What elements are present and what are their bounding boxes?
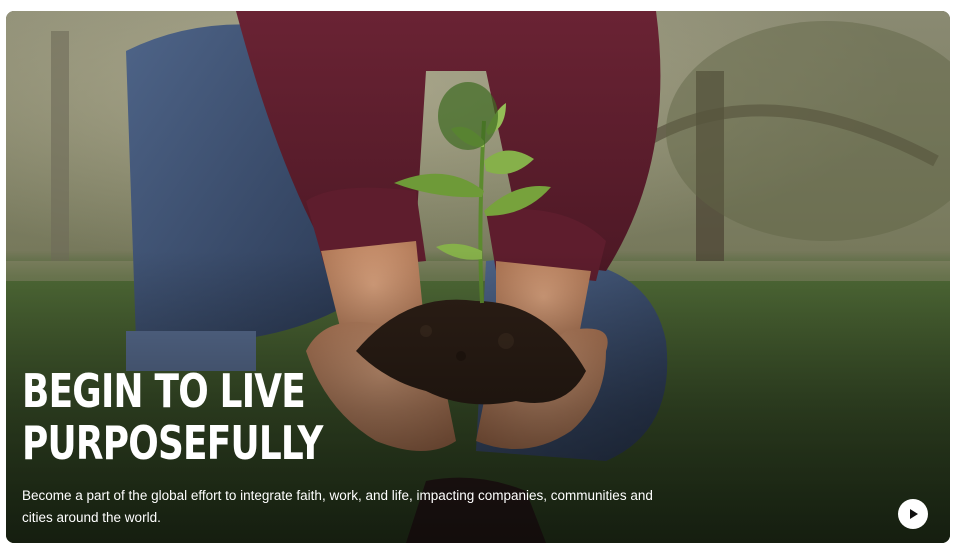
play-video-button[interactable] bbox=[898, 499, 928, 529]
play-icon bbox=[910, 509, 918, 519]
hero-description: Become a part of the global effort to in… bbox=[22, 488, 653, 525]
hero-banner: BEGIN TO LIVE PURPOSEFULLY Become a part… bbox=[6, 11, 950, 543]
hero-title-line-1: BEGIN TO LIVE bbox=[22, 364, 306, 418]
hero-title-line-2: PURPOSEFULLY bbox=[22, 416, 323, 470]
hero-title: BEGIN TO LIVE PURPOSEFULLY bbox=[22, 365, 323, 469]
